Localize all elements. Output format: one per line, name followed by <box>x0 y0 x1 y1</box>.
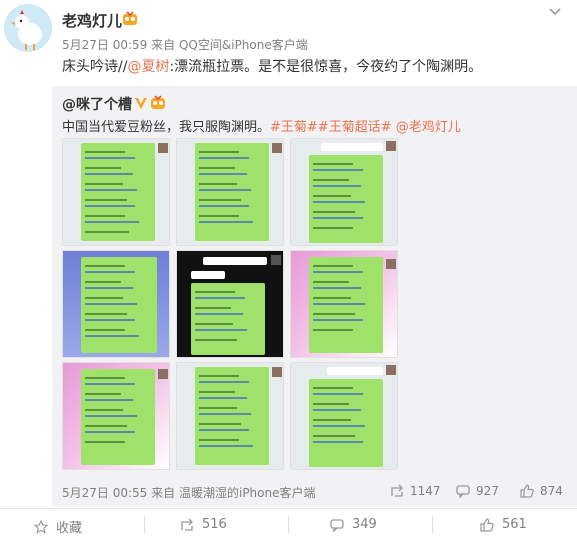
favorite-button[interactable]: 收藏 <box>34 517 82 536</box>
repost-like-count[interactable]: 874 <box>520 484 563 498</box>
like-count: 561 <box>502 517 527 532</box>
verified-v-icon <box>134 95 148 109</box>
divider <box>144 516 145 534</box>
star-icon <box>34 519 48 534</box>
from-label: 来自 <box>151 486 176 500</box>
repost-count-label: 1147 <box>410 484 441 498</box>
vip-badge-icon[interactable] <box>150 95 166 111</box>
divider <box>288 516 289 534</box>
image-thumbnail[interactable] <box>290 138 398 246</box>
comment-count-label: 927 <box>476 484 499 498</box>
divider <box>432 516 433 534</box>
image-thumbnail[interactable] <box>62 250 170 358</box>
divider <box>0 508 577 509</box>
repost-icon <box>391 484 403 497</box>
image-thumbnail[interactable] <box>176 250 284 358</box>
chicken-avatar-icon <box>4 4 52 52</box>
repost-icon <box>181 518 193 531</box>
image-thumbnail[interactable] <box>62 362 170 470</box>
post-text-suffix: :漂流瓶拉票。是不是很惊喜，今夜约了个陶渊明。 <box>169 59 483 75</box>
repost-button[interactable]: 516 <box>180 517 227 532</box>
comment-count: 349 <box>352 517 377 532</box>
repost-comment-count[interactable]: 927 <box>456 484 499 498</box>
weibo-post: 老鸡灯儿 5月27日 00:59 来自 QQ空间&iPhone客户端 床头吟诗/… <box>0 0 577 540</box>
repost-source[interactable]: 温暖潮湿的iPhone客户端 <box>179 486 316 500</box>
like-count-label: 874 <box>540 484 563 498</box>
post-time[interactable]: 5月27日 00:59 <box>62 38 147 52</box>
like-button[interactable]: 561 <box>480 517 527 532</box>
image-thumbnail[interactable] <box>62 138 170 246</box>
from-label: 来自 <box>151 38 176 52</box>
repost-author[interactable]: @咪了个槽 <box>62 94 132 114</box>
vip-badge-icon[interactable] <box>122 11 138 27</box>
hashtag-links[interactable]: #王菊##王菊超话# @老鸡灯儿 <box>270 120 461 135</box>
image-thumbnail[interactable] <box>176 138 284 246</box>
post-meta: 5月27日 00:59 来自 QQ空间&iPhone客户端 <box>62 36 308 53</box>
image-thumbnail[interactable] <box>290 250 398 358</box>
image-thumbnail[interactable] <box>176 362 284 470</box>
author-name[interactable]: 老鸡灯儿 <box>62 10 122 31</box>
repost-repost-count[interactable]: 1147 <box>390 484 441 498</box>
favorite-label: 收藏 <box>56 521 83 536</box>
thumbs-up-icon <box>480 517 494 532</box>
repost-count: 516 <box>202 517 227 532</box>
post-source[interactable]: QQ空间&iPhone客户端 <box>179 38 308 52</box>
chevron-down-icon[interactable] <box>548 4 562 18</box>
image-thumbnail[interactable] <box>290 362 398 470</box>
comment-button[interactable]: 349 <box>330 517 377 532</box>
avatar[interactable] <box>4 4 52 52</box>
mention-link[interactable]: @夏树 <box>127 59 169 75</box>
post-text-prefix: 床头吟诗// <box>62 59 128 75</box>
repost-meta: 5月27日 00:55 来自 温暖潮湿的iPhone客户端 <box>62 484 316 501</box>
repost-text: 中国当代爱豆粉丝，我只服陶渊明。#王菊##王菊超话# @老鸡灯儿 <box>62 116 461 135</box>
image-grid <box>62 138 402 470</box>
repost-box: @咪了个槽 中国当代爱豆粉丝，我只服陶渊明。#王菊##王菊超话# @老鸡灯儿 5… <box>52 86 577 506</box>
repost-time[interactable]: 5月27日 00:55 <box>62 486 147 500</box>
comment-icon <box>330 518 344 532</box>
repost-text-prefix: 中国当代爱豆粉丝，我只服陶渊明。 <box>62 120 271 135</box>
thumbs-up-icon <box>520 484 534 498</box>
post-text: 床头吟诗//@夏树:漂流瓶拉票。是不是很惊喜，今夜约了个陶渊明。 <box>62 56 482 76</box>
comment-icon <box>456 485 470 498</box>
